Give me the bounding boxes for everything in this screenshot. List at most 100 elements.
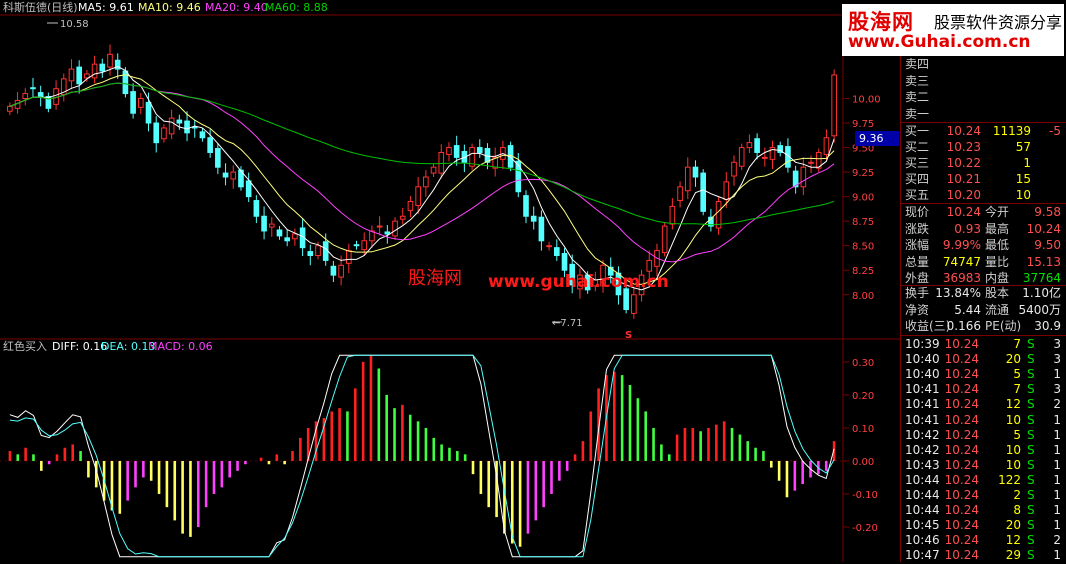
watermark-tagline: 股票软件资源分享 — [934, 13, 1063, 32]
candle-body — [823, 137, 830, 155]
macd-tick-label: -0.10 — [852, 490, 878, 501]
finance-row-cell: 流通 — [985, 302, 1010, 317]
candle-body — [808, 161, 814, 164]
candle-body — [215, 148, 221, 168]
peak-label: 10.58 — [60, 19, 89, 30]
candle-body — [338, 264, 344, 278]
candle-body — [346, 250, 352, 264]
candle-body — [523, 195, 529, 217]
finance-row-cell: 1.10亿 — [1022, 286, 1061, 300]
stat-row-cell: 涨跌 — [905, 221, 930, 236]
candle-body — [376, 225, 383, 228]
candle-body — [661, 225, 668, 254]
buy-level-row-cell: 10.24 — [946, 124, 981, 138]
candle-body — [268, 223, 275, 228]
candle-body — [546, 245, 552, 248]
stat-row-cell: 最低 — [985, 238, 1010, 252]
candle-body — [677, 186, 683, 202]
sell-signal-marker: S — [625, 330, 632, 341]
stat-row-cell: 9.99% — [942, 238, 981, 252]
candle-body — [253, 200, 260, 217]
dea-line — [9, 354, 835, 558]
ma5-label: MA5: 9.61 — [78, 1, 134, 14]
candle-body — [261, 215, 267, 232]
candle-body — [222, 172, 229, 178]
watermark-url: www.Guhai.com.cn — [848, 32, 1031, 52]
sell-level-row-cell: 卖四 — [905, 57, 930, 71]
stat-row-cell: 10.24 — [1026, 221, 1061, 236]
candle-body — [68, 68, 75, 82]
price-tick-label: 9.25 — [852, 168, 874, 179]
price-tick-label: 8.25 — [852, 266, 874, 277]
candle-body — [754, 138, 760, 153]
finance-row-cell: 换手 — [905, 286, 930, 300]
candle-body — [631, 294, 637, 314]
center-watermark-url: www.guhai.com.cn — [488, 272, 669, 292]
candle-body — [723, 181, 730, 201]
candle-body — [107, 53, 113, 68]
candle-body — [353, 244, 360, 247]
candle-body — [361, 240, 368, 251]
candle-body — [184, 120, 190, 134]
candle-body — [692, 166, 699, 178]
candle-body — [76, 66, 82, 85]
ma20-label: MA20: 9.40 — [205, 1, 268, 14]
stat-row-cell: 0.93 — [954, 221, 981, 236]
candle-body — [99, 63, 106, 72]
candle-body — [315, 245, 321, 256]
buy-level-row-cell: 10.23 — [946, 140, 981, 154]
candle-body — [322, 241, 329, 261]
quote-panel: 卖四 卖三 卖二 卖一 买一 10.24 11139 -5 买二 10.23 57 买三 10.22 1… — [900, 56, 1066, 562]
price-tick-label: 8.00 — [852, 291, 874, 302]
buy-level-row-cell: 买五 — [905, 188, 930, 202]
macd-tick-label: 0.30 — [852, 358, 874, 369]
candle-body — [161, 127, 167, 140]
buy-level-row-cell: 10.22 — [946, 156, 981, 170]
sell-level-row-cell: 卖一 — [905, 106, 930, 121]
candle-body — [530, 215, 537, 222]
stat-row-cell: 74747 — [942, 254, 981, 269]
buy-level-row-cell: 1 — [1023, 156, 1031, 170]
candle-body — [330, 265, 337, 276]
finance-row-cell: 净资 — [905, 302, 930, 317]
candle-body — [746, 142, 753, 149]
ma60-label: MA60: 8.88 — [265, 1, 328, 14]
candle-body — [446, 147, 452, 155]
candle-body — [684, 166, 691, 192]
buy-level-row-cell: 买二 — [905, 140, 930, 154]
diff-line — [9, 354, 835, 558]
price-tick-label: 9.75 — [852, 119, 874, 130]
candle-body — [199, 131, 206, 139]
diff-label: DIFF: 0.16 — [52, 340, 107, 353]
buy-level-row-cell: 15 — [1015, 172, 1031, 186]
buy-level-row-cell: 11139 — [992, 124, 1031, 138]
price-tick-label: 10.00 — [852, 95, 881, 106]
stat-row-cell: 最高 — [985, 221, 1010, 236]
stat-row-cell: 15.13 — [1026, 254, 1061, 269]
watermark-banner: 股海网 股票软件资源分享 www.Guhai.com.cn — [842, 4, 1064, 56]
macd-tick-label: -0.20 — [852, 523, 878, 534]
candle-body — [22, 93, 29, 99]
ma10-label: MA10: 9.46 — [138, 1, 201, 14]
macd-tick-label: 0.00 — [852, 457, 874, 468]
buy-level-row-cell: 10 — [1015, 188, 1031, 202]
candle-body — [30, 87, 36, 90]
candle-body — [276, 229, 283, 237]
candle-body — [438, 151, 445, 174]
trough-label: ←7.71 — [552, 318, 583, 329]
finance-row-cell: 30.9 — [1034, 319, 1061, 333]
stat-row-cell: 9.50 — [1034, 238, 1061, 252]
buy-level-row-cell: 57 — [1015, 140, 1031, 154]
stat-row-cell: 9.58 — [1034, 205, 1061, 219]
stat-row-cell: 现价 — [905, 205, 930, 219]
finance-row-cell: 5400万 — [1018, 302, 1061, 317]
buy-level-row-cell: 买四 — [905, 172, 930, 186]
price-tick-label: 9.00 — [852, 193, 874, 204]
sell-level-row-cell: 卖二 — [905, 90, 930, 104]
candle-body — [307, 251, 314, 256]
candle-body — [731, 161, 737, 177]
candle-body — [453, 145, 460, 158]
candle-body — [669, 205, 676, 225]
candle-body — [700, 172, 706, 212]
price-tick-label: 8.75 — [852, 217, 874, 228]
